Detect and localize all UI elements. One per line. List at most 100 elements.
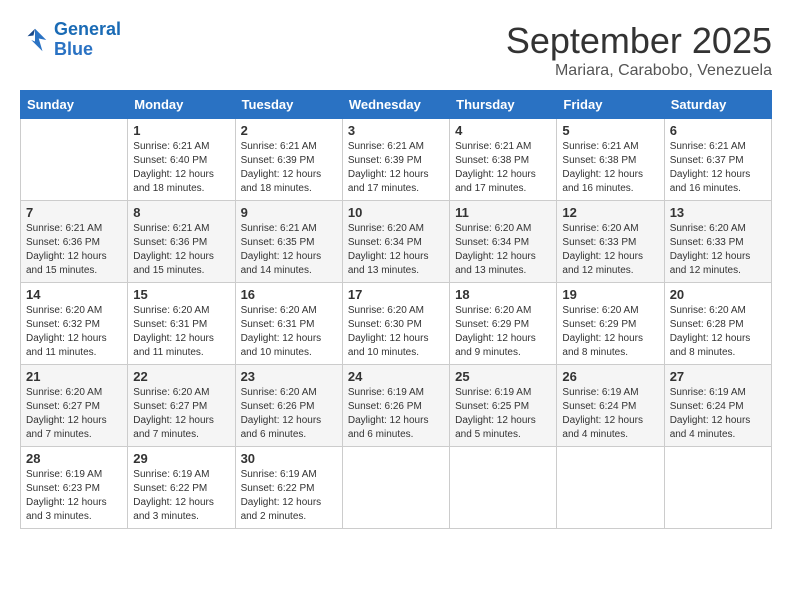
week-row-2: 7 Sunrise: 6:21 AM Sunset: 6:36 PM Daylig… <box>21 201 772 283</box>
day-info: Sunrise: 6:19 AM Sunset: 6:23 PM Dayligh… <box>26 468 122 524</box>
column-header-sunday: Sunday <box>21 91 128 119</box>
week-row-4: 21 Sunrise: 6:20 AM Sunset: 6:27 PM Dayli… <box>21 365 772 447</box>
day-number: 24 <box>348 369 444 384</box>
day-number: 9 <box>241 205 337 220</box>
calendar-cell: 14Sunrise: 6:20 AM Sunset: 6:32 PM Dayli… <box>21 283 128 365</box>
calendar-cell: 28 Sunrise: 6:19 AM Sunset: 6:23 PM Dayli… <box>21 447 128 529</box>
day-number: 17 <box>348 287 444 302</box>
logo: General Blue <box>20 20 121 60</box>
calendar-cell: 26Sunrise: 6:19 AM Sunset: 6:24 PM Dayli… <box>557 365 664 447</box>
calendar-cell: 27Sunrise: 6:19 AM Sunset: 6:24 PM Dayli… <box>664 365 771 447</box>
day-number: 20 <box>670 287 766 302</box>
calendar-cell: 22 Sunrise: 6:20 AM Sunset: 6:27 PM Dayli… <box>128 365 235 447</box>
day-number: 6 <box>670 123 766 138</box>
calendar-header: SundayMondayTuesdayWednesdayThursdayFrid… <box>21 91 772 119</box>
calendar-cell: 9Sunrise: 6:21 AM Sunset: 6:35 PM Daylig… <box>235 201 342 283</box>
day-info: Sunrise: 6:19 AM Sunset: 6:22 PM Dayligh… <box>241 468 337 524</box>
day-number: 12 <box>562 205 658 220</box>
day-info: Sunrise: 6:21 AM Sunset: 6:40 PM Dayligh… <box>133 140 229 196</box>
day-info: Sunrise: 6:20 AM Sunset: 6:34 PM Dayligh… <box>348 222 444 278</box>
day-number: 25 <box>455 369 551 384</box>
column-header-friday: Friday <box>557 91 664 119</box>
logo-line1: General <box>54 19 121 39</box>
calendar-cell: 5 Sunrise: 6:21 AM Sunset: 6:38 PM Daylig… <box>557 119 664 201</box>
day-info: Sunrise: 6:20 AM Sunset: 6:29 PM Dayligh… <box>455 304 551 360</box>
calendar-cell <box>450 447 557 529</box>
day-info: Sunrise: 6:20 AM Sunset: 6:30 PM Dayligh… <box>348 304 444 360</box>
day-number: 3 <box>348 123 444 138</box>
day-number: 13 <box>670 205 766 220</box>
day-info: Sunrise: 6:20 AM Sunset: 6:27 PM Dayligh… <box>26 386 122 442</box>
day-info: Sunrise: 6:20 AM Sunset: 6:29 PM Dayligh… <box>562 304 658 360</box>
day-number: 5 <box>562 123 658 138</box>
calendar-cell <box>342 447 449 529</box>
day-number: 23 <box>241 369 337 384</box>
calendar-table: SundayMondayTuesdayWednesdayThursdayFrid… <box>20 90 772 529</box>
column-header-monday: Monday <box>128 91 235 119</box>
day-number: 22 <box>133 369 229 384</box>
day-info: Sunrise: 6:19 AM Sunset: 6:22 PM Dayligh… <box>133 468 229 524</box>
calendar-cell: 20 Sunrise: 6:20 AM Sunset: 6:28 PM Dayli… <box>664 283 771 365</box>
day-info: Sunrise: 6:20 AM Sunset: 6:34 PM Dayligh… <box>455 222 551 278</box>
calendar-cell: 13 Sunrise: 6:20 AM Sunset: 6:33 PM Dayli… <box>664 201 771 283</box>
day-number: 29 <box>133 451 229 466</box>
day-number: 7 <box>26 205 122 220</box>
day-number: 28 <box>26 451 122 466</box>
calendar-cell <box>21 119 128 201</box>
day-info: Sunrise: 6:21 AM Sunset: 6:38 PM Dayligh… <box>455 140 551 196</box>
day-number: 15 <box>133 287 229 302</box>
calendar-cell: 6 Sunrise: 6:21 AM Sunset: 6:37 PM Daylig… <box>664 119 771 201</box>
day-info: Sunrise: 6:21 AM Sunset: 6:39 PM Dayligh… <box>348 140 444 196</box>
day-number: 16 <box>241 287 337 302</box>
calendar-cell: 16 Sunrise: 6:20 AM Sunset: 6:31 PM Dayli… <box>235 283 342 365</box>
calendar-cell: 10Sunrise: 6:20 AM Sunset: 6:34 PM Dayli… <box>342 201 449 283</box>
day-info: Sunrise: 6:20 AM Sunset: 6:33 PM Dayligh… <box>562 222 658 278</box>
day-info: Sunrise: 6:21 AM Sunset: 6:36 PM Dayligh… <box>133 222 229 278</box>
day-info: Sunrise: 6:21 AM Sunset: 6:38 PM Dayligh… <box>562 140 658 196</box>
calendar-body: 1 Sunrise: 6:21 AM Sunset: 6:40 PM Daylig… <box>21 119 772 529</box>
header-row: SundayMondayTuesdayWednesdayThursdayFrid… <box>21 91 772 119</box>
calendar-cell <box>664 447 771 529</box>
calendar-cell: 11Sunrise: 6:20 AM Sunset: 6:34 PM Dayli… <box>450 201 557 283</box>
day-info: Sunrise: 6:19 AM Sunset: 6:26 PM Dayligh… <box>348 386 444 442</box>
calendar-cell: 24 Sunrise: 6:19 AM Sunset: 6:26 PM Dayli… <box>342 365 449 447</box>
day-number: 19 <box>562 287 658 302</box>
day-number: 1 <box>133 123 229 138</box>
calendar-cell: 30Sunrise: 6:19 AM Sunset: 6:22 PM Dayli… <box>235 447 342 529</box>
calendar-cell: 21 Sunrise: 6:20 AM Sunset: 6:27 PM Dayli… <box>21 365 128 447</box>
day-info: Sunrise: 6:21 AM Sunset: 6:37 PM Dayligh… <box>670 140 766 196</box>
location: Mariara, Carabobo, Venezuela <box>506 62 772 80</box>
day-info: Sunrise: 6:20 AM Sunset: 6:33 PM Dayligh… <box>670 222 766 278</box>
day-info: Sunrise: 6:21 AM Sunset: 6:39 PM Dayligh… <box>241 140 337 196</box>
day-info: Sunrise: 6:20 AM Sunset: 6:27 PM Dayligh… <box>133 386 229 442</box>
calendar-cell: 29 Sunrise: 6:19 AM Sunset: 6:22 PM Dayli… <box>128 447 235 529</box>
day-info: Sunrise: 6:19 AM Sunset: 6:24 PM Dayligh… <box>670 386 766 442</box>
column-header-tuesday: Tuesday <box>235 91 342 119</box>
calendar-cell: 25 Sunrise: 6:19 AM Sunset: 6:25 PM Dayli… <box>450 365 557 447</box>
day-number: 26 <box>562 369 658 384</box>
day-number: 4 <box>455 123 551 138</box>
calendar-cell <box>557 447 664 529</box>
day-info: Sunrise: 6:21 AM Sunset: 6:36 PM Dayligh… <box>26 222 122 278</box>
page-header: General Blue September 2025 Mariara, Car… <box>20 20 772 80</box>
week-row-3: 14Sunrise: 6:20 AM Sunset: 6:32 PM Dayli… <box>21 283 772 365</box>
column-header-wednesday: Wednesday <box>342 91 449 119</box>
week-row-1: 1 Sunrise: 6:21 AM Sunset: 6:40 PM Daylig… <box>21 119 772 201</box>
day-info: Sunrise: 6:20 AM Sunset: 6:31 PM Dayligh… <box>133 304 229 360</box>
calendar-cell: 2Sunrise: 6:21 AM Sunset: 6:39 PM Daylig… <box>235 119 342 201</box>
calendar-cell: 8Sunrise: 6:21 AM Sunset: 6:36 PM Daylig… <box>128 201 235 283</box>
calendar-cell: 7 Sunrise: 6:21 AM Sunset: 6:36 PM Daylig… <box>21 201 128 283</box>
day-info: Sunrise: 6:20 AM Sunset: 6:31 PM Dayligh… <box>241 304 337 360</box>
calendar-cell: 18Sunrise: 6:20 AM Sunset: 6:29 PM Dayli… <box>450 283 557 365</box>
day-number: 21 <box>26 369 122 384</box>
calendar-cell: 19 Sunrise: 6:20 AM Sunset: 6:29 PM Dayli… <box>557 283 664 365</box>
calendar-cell: 12 Sunrise: 6:20 AM Sunset: 6:33 PM Dayli… <box>557 201 664 283</box>
calendar-cell: 1 Sunrise: 6:21 AM Sunset: 6:40 PM Daylig… <box>128 119 235 201</box>
day-info: Sunrise: 6:20 AM Sunset: 6:32 PM Dayligh… <box>26 304 122 360</box>
calendar-cell: 3 Sunrise: 6:21 AM Sunset: 6:39 PM Daylig… <box>342 119 449 201</box>
calendar-cell: 23Sunrise: 6:20 AM Sunset: 6:26 PM Dayli… <box>235 365 342 447</box>
day-info: Sunrise: 6:19 AM Sunset: 6:25 PM Dayligh… <box>455 386 551 442</box>
month-title: September 2025 <box>506 20 772 62</box>
logo-text: General Blue <box>54 20 121 60</box>
day-info: Sunrise: 6:20 AM Sunset: 6:28 PM Dayligh… <box>670 304 766 360</box>
